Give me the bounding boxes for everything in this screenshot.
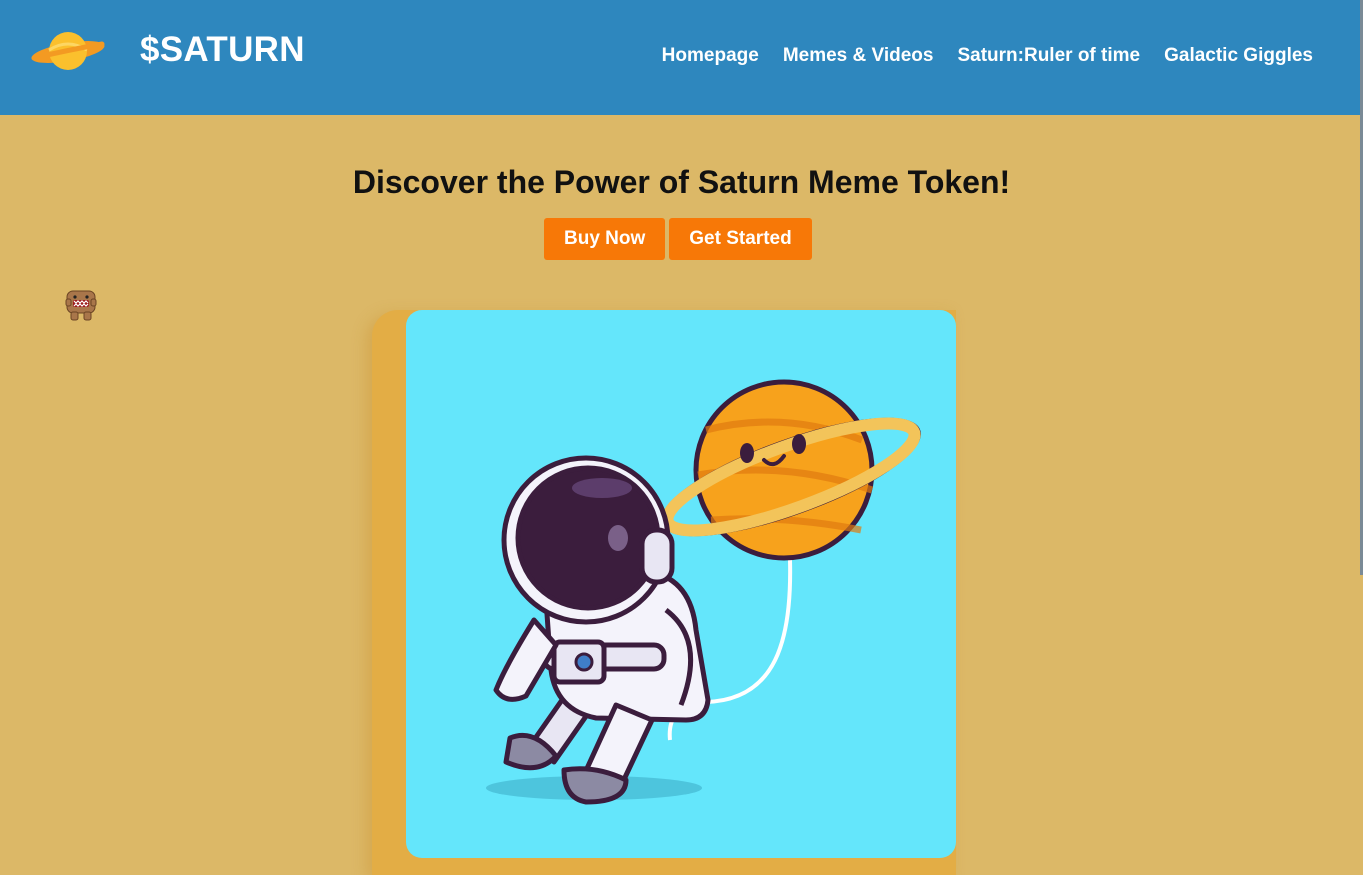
nav-galactic-giggles[interactable]: Galactic Giggles	[1164, 45, 1313, 67]
brand-name[interactable]: $SATURN	[140, 30, 305, 70]
saturn-planet-icon[interactable]	[30, 28, 106, 76]
astronaut-saturn-illustration	[486, 379, 921, 805]
get-started-button[interactable]: Get Started	[669, 218, 812, 260]
hero-illustration	[406, 310, 956, 858]
site-header: $SATURN Homepage Memes & Videos Saturn:R…	[0, 0, 1363, 115]
main-nav: Homepage Memes & Videos Saturn:Ruler of …	[662, 45, 1313, 67]
nav-homepage[interactable]: Homepage	[662, 45, 759, 67]
domo-mascot-icon	[65, 290, 97, 321]
nav-saturn-ruler[interactable]: Saturn:Ruler of time	[957, 45, 1140, 67]
hero-title: Discover the Power of Saturn Meme Token!	[352, 164, 1011, 200]
cta-buttons: Buy Now Get Started	[544, 218, 812, 260]
nav-memes-videos[interactable]: Memes & Videos	[783, 45, 934, 67]
saturn-balloon-icon	[661, 379, 921, 561]
buy-now-button[interactable]: Buy Now	[544, 218, 666, 260]
